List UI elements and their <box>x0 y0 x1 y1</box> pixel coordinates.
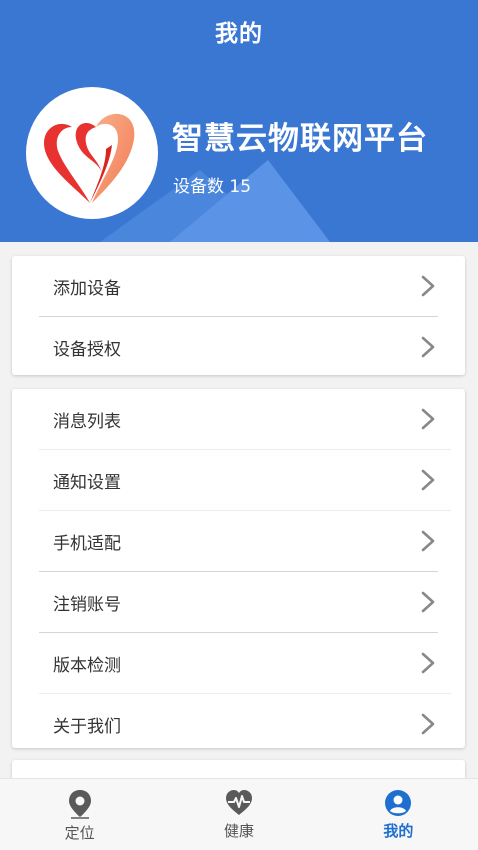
chevron-right-icon <box>421 275 435 297</box>
tab-health[interactable]: 健康 <box>159 779 318 850</box>
profile-header: 我的 智慧云物联网平台 设备数 15 <box>0 0 478 242</box>
menu-item-about-us[interactable]: 关于我们 <box>12 694 465 754</box>
chevron-right-icon <box>421 713 435 735</box>
menu-item-message-list[interactable]: 消息列表 <box>12 389 465 449</box>
chevron-right-icon <box>421 652 435 674</box>
tab-mine[interactable]: 我的 <box>319 779 478 850</box>
menu-item-label: 设备授权 <box>53 339 121 360</box>
menu-item-notification-settings[interactable]: 通知设置 <box>12 450 465 510</box>
chevron-right-icon <box>421 336 435 358</box>
app-name: 智慧云物联网平台 <box>172 121 428 157</box>
chevron-right-icon <box>421 591 435 613</box>
menu-item-label: 关于我们 <box>53 716 121 737</box>
profile-screen: 我的 智慧云物联网平台 设备数 15 添加设备 设备授权 消息列表 通知设置 手… <box>0 0 478 850</box>
menu-item-add-device[interactable]: 添加设备 <box>12 256 465 316</box>
menu-item-label: 手机适配 <box>53 533 121 554</box>
menu-item-label: 消息列表 <box>53 411 121 432</box>
menu-item-label: 注销账号 <box>53 594 121 615</box>
tab-location[interactable]: 定位 <box>0 779 159 850</box>
menu-item-phone-adaptation[interactable]: 手机适配 <box>12 511 465 571</box>
chevron-right-icon <box>421 469 435 491</box>
heartbeat-icon <box>225 790 252 815</box>
device-count: 设备数 15 <box>173 177 252 197</box>
tab-label: 我的 <box>383 822 414 840</box>
menu-item-label: 版本检测 <box>53 655 121 676</box>
menu-item-version-check[interactable]: 版本检测 <box>12 633 465 693</box>
page-title: 我的 <box>215 21 263 47</box>
heart-logo-icon <box>44 113 135 203</box>
avatar[interactable] <box>26 87 158 219</box>
settings-menu-card: 消息列表 通知设置 手机适配 注销账号 版本检测 关于我们 <box>12 389 465 748</box>
user-icon <box>385 790 412 816</box>
menu-item-label: 通知设置 <box>53 472 121 493</box>
chevron-right-icon <box>421 408 435 430</box>
chevron-right-icon <box>421 530 435 552</box>
tab-label: 定位 <box>64 824 95 842</box>
tab-label: 健康 <box>223 822 254 840</box>
device-menu-card: 添加设备 设备授权 <box>12 256 465 375</box>
menu-item-device-authorization[interactable]: 设备授权 <box>12 317 465 377</box>
bottom-tab-bar: 定位 健康 我的 <box>0 778 478 850</box>
partial-menu-card <box>12 760 465 780</box>
location-pin-icon <box>68 790 91 819</box>
menu-item-delete-account[interactable]: 注销账号 <box>12 572 465 632</box>
menu-item-label: 添加设备 <box>53 278 121 299</box>
